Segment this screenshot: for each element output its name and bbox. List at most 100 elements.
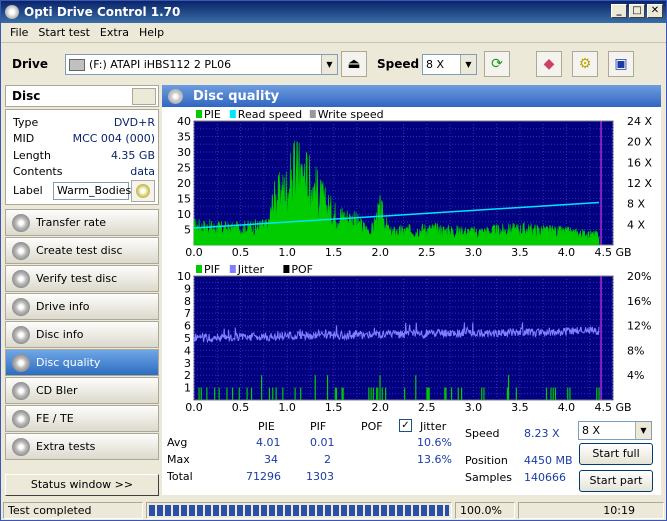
legend-label: POF [291, 263, 313, 276]
menu-extra[interactable]: Extra [95, 26, 134, 39]
nav-item-disc-quality[interactable]: Disc quality [5, 349, 159, 376]
nav-item-label: Extra tests [36, 440, 96, 453]
label-input[interactable]: Warm_Bodies [53, 182, 131, 200]
nav-item-cd-bler[interactable]: CD Bler [5, 377, 159, 404]
y-left-tick-label: 8 [184, 295, 191, 308]
y-left-tick-label: 1 [184, 382, 191, 395]
x-tick-label: 2.5 [418, 401, 436, 412]
nav-item-label: FE / TE [36, 412, 74, 425]
y-left-tick-label: 2 [184, 369, 191, 382]
y-right-tick-label: 24 X [627, 115, 652, 128]
y-left-tick-label: 3 [184, 357, 191, 370]
drive-label: Drive [12, 57, 48, 71]
total-pif: 1303 [306, 470, 334, 483]
nav-item-drive-info[interactable]: Drive info [5, 293, 159, 320]
gears-icon: ⚙ [578, 56, 592, 72]
menu-start-test[interactable]: Start test [33, 26, 95, 39]
status-window-button[interactable]: Status window >> [5, 474, 159, 496]
position-label: Position [465, 454, 508, 467]
nav-item-extra-tests[interactable]: Extra tests [5, 433, 159, 460]
start-part-button[interactable]: Start part [579, 470, 653, 492]
test-speed-select[interactable]: 8 X ▼ [578, 421, 652, 440]
x-tick-label: 2.0 [371, 246, 389, 257]
y-left-tick-label: 10 [177, 270, 191, 283]
stats-header-pif: PIF [310, 420, 327, 433]
x-tick-label: 4.5 GB [594, 401, 631, 412]
nav-item-create-test-disc[interactable]: Create test disc [5, 237, 159, 264]
chevron-down-icon[interactable]: ▼ [460, 55, 476, 74]
jitter-checkbox[interactable]: ✓ [399, 419, 412, 432]
nav-item-label: Disc info [36, 328, 84, 341]
disc-header-title: Disc [12, 89, 41, 103]
stats-row-avg-label: Avg [167, 436, 188, 449]
x-tick-label: 3.0 [465, 246, 483, 257]
x-tick-label: 1.5 [325, 246, 343, 257]
y-left-tick-label: 25 [177, 162, 191, 175]
disc-icon [12, 297, 30, 316]
erase-button[interactable]: ◆ [536, 51, 562, 77]
disc-row-type: Type DVD+R [13, 116, 155, 129]
y-right-tick-label: 20% [627, 270, 651, 283]
legend-swatch [229, 265, 236, 273]
y-left-tick-label: 9 [184, 282, 191, 295]
drive-select-value: (F:) ATAPI iHBS112 2 PL06 [89, 58, 232, 71]
panel-header: Disc quality [162, 85, 661, 107]
disc-row-contents: Contents data [13, 165, 155, 178]
nav-item-disc-info[interactable]: Disc info [5, 321, 159, 348]
x-tick-label: 2.0 [371, 401, 389, 412]
speed-select[interactable]: 8 X ▼ [422, 54, 477, 75]
x-tick-label: 2.5 [418, 246, 436, 257]
y-right-tick-label: 4 X [627, 218, 645, 231]
refresh-button[interactable]: ⟳ [484, 51, 510, 77]
legend-swatch [196, 110, 202, 118]
max-pif: 2 [324, 453, 331, 466]
chevron-down-icon[interactable]: ▼ [321, 55, 337, 74]
menu-file[interactable]: File [5, 26, 33, 39]
nav-item-label: Drive info [36, 300, 90, 313]
close-button[interactable]: ✕ [647, 4, 663, 18]
nav-item-label: Create test disc [36, 244, 123, 257]
disc-quality-panel: PIE Read speed Write speed 0.0 0.5 1.0 1.5 2.0 2… [162, 107, 661, 495]
maximize-button[interactable]: □ [629, 4, 645, 18]
disc-icon [12, 437, 30, 456]
y-left-tick-label: 15 [177, 193, 191, 206]
drive-select[interactable]: (F:) ATAPI iHBS112 2 PL06 ▼ [65, 54, 338, 75]
app-disc-icon [5, 5, 19, 19]
y-left-tick-label: 5 [184, 332, 191, 345]
window-title: Opti Drive Control 1.70 [24, 5, 181, 19]
y-left-tick-label: 10 [177, 208, 191, 221]
disc-quality-icon [168, 88, 183, 104]
stats-header-jitter: Jitter [420, 420, 447, 433]
menu-help[interactable]: Help [134, 26, 169, 39]
eject-button[interactable]: ⏏ [341, 51, 367, 77]
disc-header-button[interactable] [132, 88, 156, 105]
eject-icon: ⏏ [347, 56, 361, 72]
settings-button[interactable]: ⚙ [572, 51, 598, 77]
legend-swatch [283, 265, 290, 273]
y-left-tick-label: 5 [184, 224, 191, 237]
max-jitter: 13.6% [417, 453, 452, 466]
label-apply-button[interactable] [131, 180, 155, 202]
save-button[interactable]: ▣ [608, 51, 634, 77]
floppy-icon: ▣ [614, 56, 628, 72]
nav-item-transfer-rate[interactable]: Transfer rate [5, 209, 159, 236]
speed-label: Speed [377, 57, 420, 71]
nav-item-fe-te[interactable]: FE / TE [5, 405, 159, 432]
nav-item-verify-test-disc[interactable]: Verify test disc [5, 265, 159, 292]
drive-icon [69, 58, 85, 71]
minimize-button[interactable]: _ [611, 4, 627, 18]
nav-item-label: CD Bler [36, 384, 78, 397]
chevron-down-icon[interactable]: ▼ [635, 422, 651, 439]
panel-title: Disc quality [193, 88, 280, 104]
disc-row-length: Length 4.35 GB [13, 149, 155, 162]
x-tick-label: 3.5 [511, 246, 529, 257]
app-window: Opti Drive Control 1.70 _ □ ✕ File Start… [0, 0, 667, 521]
x-tick-label: 4.0 [558, 246, 576, 257]
disc-icon [12, 409, 30, 428]
nav-item-label: Disc quality [36, 356, 101, 369]
start-full-button[interactable]: Start full [579, 443, 653, 465]
x-tick-label: 1.0 [278, 401, 296, 412]
x-tick-label: 0.5 [232, 401, 250, 412]
legend-label: Write speed [318, 108, 384, 121]
y-right-tick-label: 8 X [627, 198, 645, 211]
